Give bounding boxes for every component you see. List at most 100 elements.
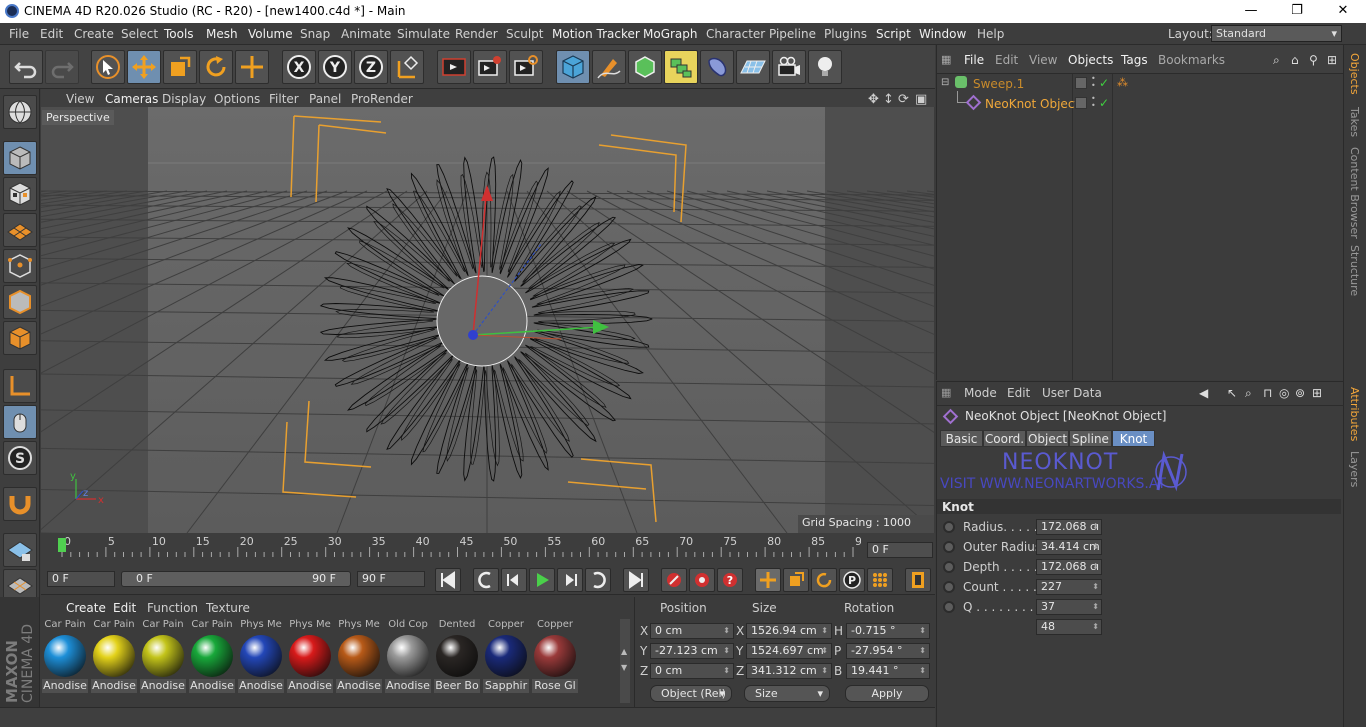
apply-button[interactable]: Apply xyxy=(845,685,929,702)
coordinate-mode-dropdown[interactable]: Object (Rel) ▾ xyxy=(650,685,732,702)
material-swatch[interactable]: Copper Rose Gl xyxy=(532,619,578,701)
collapse-icon[interactable]: ⊟ xyxy=(941,77,949,88)
home-icon[interactable]: ⌂ xyxy=(1291,53,1299,67)
play-button[interactable] xyxy=(529,568,555,592)
enabled-check-icon[interactable]: ✓ xyxy=(1099,76,1109,90)
floor-object-button[interactable] xyxy=(736,50,770,84)
previous-frame-button[interactable] xyxy=(501,568,527,592)
material-scrollbar[interactable]: ▲ ▼ xyxy=(620,619,630,703)
points-mode-button[interactable] xyxy=(3,249,37,283)
tab-objects[interactable]: Objects xyxy=(1348,53,1361,95)
menu-volume[interactable]: Volume xyxy=(248,27,293,41)
array-generator-button[interactable] xyxy=(664,50,698,84)
stepper-icon[interactable]: ⬍ xyxy=(821,624,828,638)
stepper-icon[interactable]: ⬍ xyxy=(919,644,926,658)
menu-script[interactable]: Script xyxy=(876,27,911,41)
subdivision-surface-button[interactable] xyxy=(628,50,662,84)
key-rotation-button[interactable] xyxy=(811,568,837,592)
playhead[interactable] xyxy=(58,538,66,552)
stepper-icon[interactable]: ⬍ xyxy=(723,644,730,658)
stepper-icon[interactable]: ⬍ xyxy=(1092,520,1099,534)
material-swatch[interactable]: Car Pain Anodise xyxy=(42,619,88,701)
menu-window[interactable]: Window xyxy=(919,27,966,41)
animate-param-icon[interactable] xyxy=(943,541,955,553)
model-mode-button[interactable] xyxy=(3,141,37,175)
workplane-mode-button[interactable] xyxy=(3,213,37,247)
material-swatch[interactable]: Car Pain Anodise xyxy=(189,619,235,701)
polygons-mode-button[interactable] xyxy=(3,321,37,355)
menu-render[interactable]: Render xyxy=(455,27,498,41)
tab-object[interactable]: Object xyxy=(1026,430,1069,447)
stepper-icon[interactable]: ⬍ xyxy=(1092,580,1099,594)
key-position-button[interactable] xyxy=(755,568,781,592)
go-to-end-button[interactable] xyxy=(623,568,649,592)
object-menu-bookmarks[interactable]: Bookmarks xyxy=(1158,53,1225,67)
material-menu-create[interactable]: Create xyxy=(66,601,106,615)
menu-help[interactable]: Help xyxy=(977,27,1004,41)
record-active-objects-button[interactable] xyxy=(661,568,687,592)
material-swatch[interactable]: Phys Me Anodise xyxy=(287,619,333,701)
material-swatch[interactable]: Car Pain Anodise xyxy=(140,619,186,701)
tab-spline[interactable]: Spline xyxy=(1069,430,1112,447)
object-name-neoknot[interactable]: NeoKnot Object xyxy=(985,97,1079,111)
menu-create[interactable]: Create xyxy=(74,27,114,41)
material-menu-function[interactable]: Function xyxy=(147,601,198,615)
back-arrow-icon[interactable]: ◀ xyxy=(1199,386,1208,400)
attribute-menu-user-data[interactable]: User Data xyxy=(1042,386,1102,400)
axis-z-button[interactable]: Z xyxy=(354,50,388,84)
rotation-field[interactable]: 19.441 ° ⬍ xyxy=(846,663,930,679)
parameter-field[interactable]: 172.068 cı ⬍ xyxy=(1036,519,1102,535)
tree-row-neoknot[interactable]: NeoKnot Object • • ✓ xyxy=(937,91,1344,114)
snapping-button[interactable] xyxy=(3,487,37,521)
animate-param-icon[interactable] xyxy=(943,561,955,573)
live-selection-button[interactable] xyxy=(235,50,269,84)
edges-mode-button[interactable] xyxy=(3,285,37,319)
viewport-menu-view[interactable]: View xyxy=(66,92,94,106)
timeline[interactable]: 051015202530354045505560657075808590 0 F xyxy=(41,533,935,565)
tab-content-browser[interactable]: Content Browser xyxy=(1348,147,1361,239)
render-view-button[interactable] xyxy=(437,50,471,84)
search-icon[interactable]: ⌕ xyxy=(1273,53,1280,68)
axis-x-button[interactable]: X xyxy=(282,50,316,84)
parameter-field[interactable]: 34.414 cm ⬍ xyxy=(1036,539,1102,555)
tab-coord[interactable]: Coord. xyxy=(983,430,1026,447)
layer-swatch[interactable] xyxy=(1075,77,1087,89)
parameter-field[interactable]: 227 ⬍ xyxy=(1036,579,1102,595)
viewport-menu-options[interactable]: Options xyxy=(214,92,260,106)
tree-row-sweep[interactable]: ⊟ Sweep.1 • • ✓ ⁂ xyxy=(937,74,1344,94)
tab-layers[interactable]: Layers xyxy=(1348,451,1361,487)
rotate-tool-button[interactable] xyxy=(199,50,233,84)
timeline-window-button[interactable] xyxy=(905,568,931,592)
search-icon[interactable]: ⌕ xyxy=(1245,386,1252,401)
target-icon[interactable]: ◎ xyxy=(1279,386,1289,400)
viewport-menu-filter[interactable]: Filter xyxy=(269,92,299,106)
camera-object-button[interactable] xyxy=(772,50,806,84)
stepper-icon[interactable]: ⬍ xyxy=(1092,540,1099,554)
viewport-menu-prorender[interactable]: ProRender xyxy=(351,92,413,106)
render-picture-viewer-button[interactable] xyxy=(473,50,507,84)
gizmo-center-icon[interactable] xyxy=(468,330,478,340)
animate-param-icon[interactable] xyxy=(943,521,955,533)
redo-button[interactable] xyxy=(45,50,79,84)
menu-simulate[interactable]: Simulate xyxy=(397,27,450,41)
locked-workplane-button[interactable] xyxy=(3,533,37,567)
material-swatch[interactable]: Old Cop Anodise xyxy=(385,619,431,701)
menu-select[interactable]: Select xyxy=(121,27,158,41)
position-field[interactable]: -27.123 cm ⬍ xyxy=(650,643,734,659)
move-tool-button[interactable] xyxy=(127,50,161,84)
new-panel-icon[interactable]: ⊞ xyxy=(1327,53,1337,67)
rotation-field[interactable]: -0.715 ° ⬍ xyxy=(846,623,930,639)
object-menu-edit[interactable]: Edit xyxy=(995,53,1018,67)
stepper-icon[interactable]: ⬍ xyxy=(723,664,730,678)
viewport-maximize-icon[interactable]: ▣ xyxy=(915,92,927,107)
stepper-icon[interactable]: ⬍ xyxy=(821,664,828,678)
preview-range-slider[interactable]: 0 F 90 F xyxy=(121,571,351,587)
viewport-move-icon[interactable]: ✥ xyxy=(868,92,879,107)
deformer-button[interactable] xyxy=(700,50,734,84)
light-object-button[interactable] xyxy=(808,50,842,84)
material-swatch[interactable]: Phys Me Anodise xyxy=(238,619,284,701)
lock-icon[interactable]: ⊓ xyxy=(1263,386,1272,400)
size-field[interactable]: 341.312 cm ⬍ xyxy=(746,663,832,679)
go-to-start-button[interactable] xyxy=(435,568,461,592)
maximize-button[interactable]: ❐ xyxy=(1274,0,1320,23)
